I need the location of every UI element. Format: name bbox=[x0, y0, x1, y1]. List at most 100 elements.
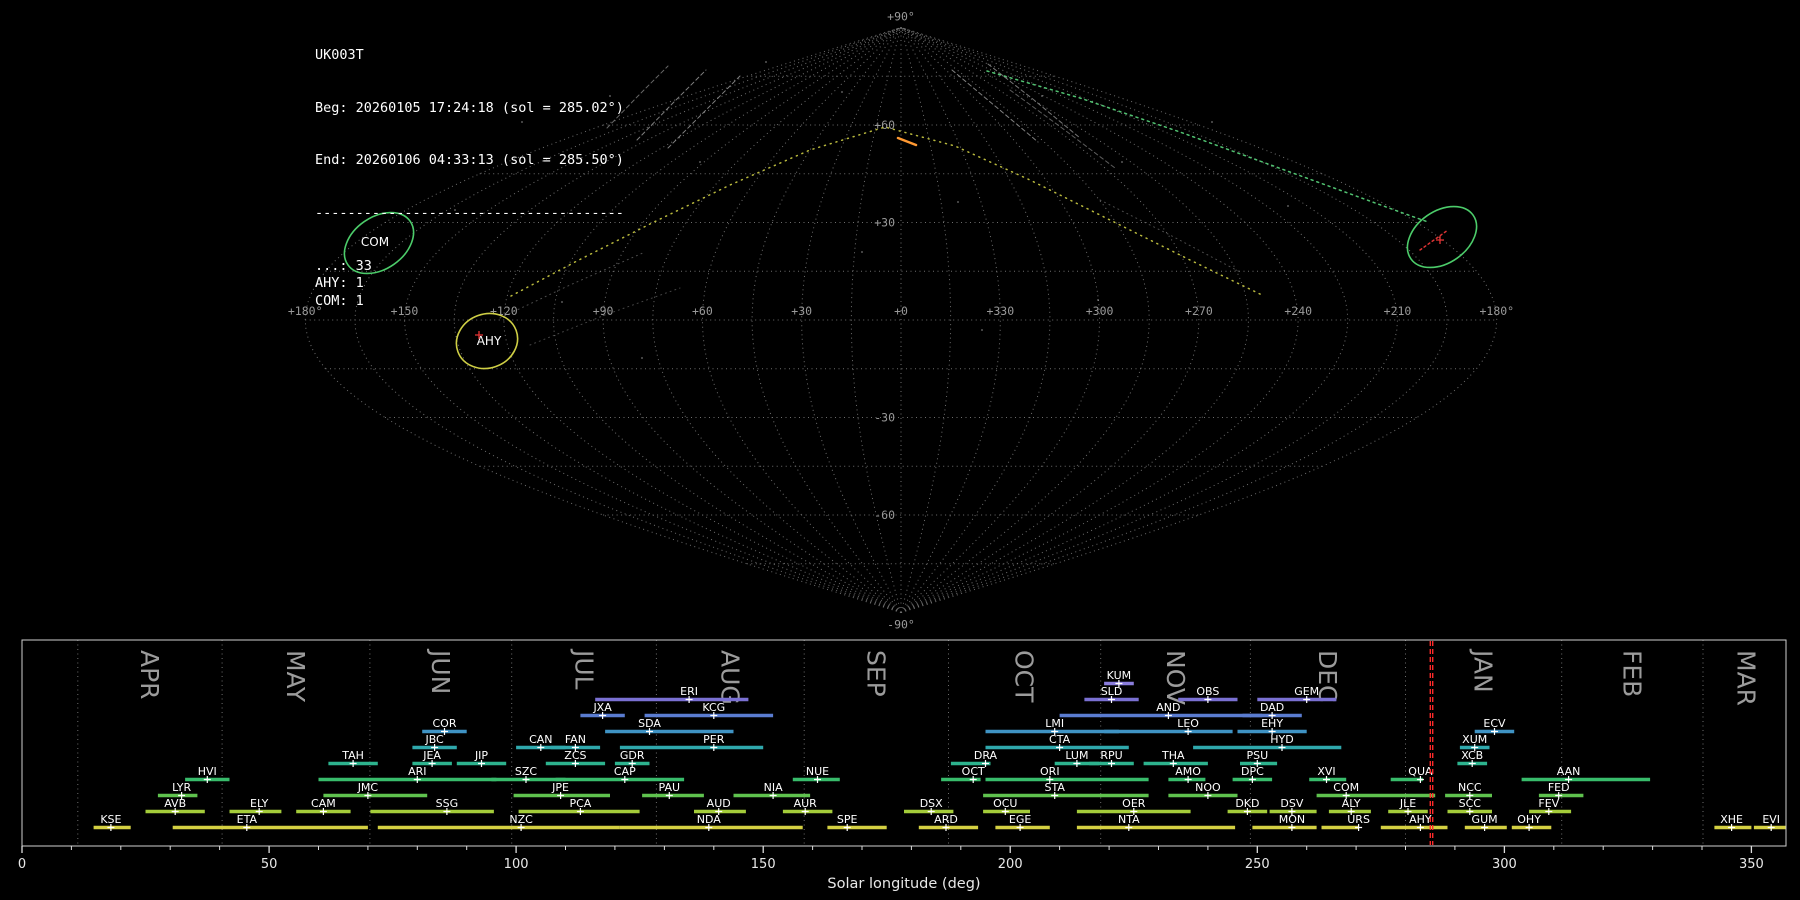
radiant-ellipse bbox=[1406, 205, 1478, 269]
shower-sld: SLD bbox=[1084, 685, 1139, 703]
shower-nue: NUE bbox=[792, 765, 840, 783]
shower-code: STA bbox=[1045, 781, 1066, 794]
shower-mon: MON bbox=[1252, 813, 1317, 831]
shower-code: ZCS bbox=[564, 749, 586, 762]
star-dot bbox=[1287, 205, 1289, 207]
shower-code: OCU bbox=[993, 797, 1017, 810]
shower-code: JPE bbox=[551, 781, 569, 794]
shower-ssg: SSG bbox=[370, 797, 494, 815]
shower-code: EGE bbox=[1009, 813, 1031, 826]
month-label: JAN bbox=[1469, 648, 1498, 693]
shower-code: AHY bbox=[1409, 813, 1432, 826]
shower-code: SLD bbox=[1101, 685, 1123, 698]
shower-code: PAU bbox=[659, 781, 681, 794]
shower-ard: ARD bbox=[918, 813, 979, 831]
shower-code: DSV bbox=[1280, 797, 1303, 810]
shower-xcb: XCB bbox=[1457, 749, 1488, 767]
shower-code: DKD bbox=[1235, 797, 1259, 810]
lon-label: +210 bbox=[1384, 304, 1412, 318]
tick-label: 300 bbox=[1492, 857, 1517, 872]
shower-code: AVB bbox=[164, 797, 186, 810]
sporadic-track bbox=[636, 69, 707, 141]
shower-ori: ORI bbox=[985, 765, 1149, 783]
sporadic-track bbox=[987, 63, 1081, 139]
shower-code: NOO bbox=[1195, 781, 1221, 794]
shower-code: LEO bbox=[1177, 717, 1199, 730]
shower-code: KCG bbox=[702, 701, 725, 714]
shower-code: EHY bbox=[1261, 717, 1283, 730]
shower-code: THA bbox=[1161, 749, 1185, 762]
shower-spe: SPE bbox=[827, 813, 887, 831]
shower-code: OBS bbox=[1196, 685, 1219, 698]
count-line: COM: 1 bbox=[315, 292, 364, 309]
shower-code: AAN bbox=[1557, 765, 1581, 778]
tick-label: 250 bbox=[1245, 857, 1270, 872]
shower-code: JEA bbox=[422, 749, 441, 762]
shower-kse: KSE bbox=[93, 813, 131, 831]
shower-code: ARI bbox=[408, 765, 426, 778]
month-label: NOV bbox=[1161, 650, 1190, 705]
shower-oct: OCT bbox=[941, 765, 985, 783]
shower-code: SPE bbox=[837, 813, 858, 826]
shower-code: PSU bbox=[1246, 749, 1268, 762]
shower-code: LMI bbox=[1045, 717, 1064, 730]
shower-eta: ETA bbox=[172, 813, 368, 831]
shower-hvi: HVI bbox=[185, 765, 230, 783]
month-label: JUN bbox=[426, 648, 455, 694]
shower-code: PCA bbox=[569, 797, 591, 810]
shower-code: JMC bbox=[357, 781, 379, 794]
star-dot bbox=[765, 61, 767, 63]
meridian-line bbox=[900, 27, 1299, 613]
shower-aan: AAN bbox=[1521, 765, 1651, 783]
shower-code: SCC bbox=[1459, 797, 1482, 810]
shower-code: JBC bbox=[424, 733, 444, 746]
shower-code: LUM bbox=[1065, 749, 1088, 762]
shower-code: RPU bbox=[1100, 749, 1122, 762]
shower-code: SZC bbox=[515, 765, 538, 778]
shower-leo: LEO bbox=[1104, 717, 1233, 735]
month-label: MAR bbox=[1732, 650, 1761, 706]
shower-code: TAH bbox=[341, 749, 364, 762]
tick-label: 200 bbox=[998, 857, 1023, 872]
shower-code: COM bbox=[1333, 781, 1359, 794]
shower-code: KSE bbox=[100, 813, 121, 826]
lat-label: +30 bbox=[874, 216, 895, 230]
shower-code: DSX bbox=[920, 797, 943, 810]
shower-xhe: XHE bbox=[1714, 813, 1752, 831]
shower-code: FEV bbox=[1538, 797, 1559, 810]
shower-code: DAD bbox=[1260, 701, 1284, 714]
shower-code: KUM bbox=[1107, 669, 1131, 682]
shower-code: CAN bbox=[529, 733, 552, 746]
shower-code: AND bbox=[1156, 701, 1180, 714]
shower-jxa: JXA bbox=[580, 701, 625, 719]
sporadic-track bbox=[1009, 89, 1116, 169]
shower-jpe: JPE bbox=[513, 781, 610, 799]
activity-timeline: APR MAY JUN JUL AUG SEP OCT NOV DEC JAN FEB MARKUME… bbox=[18, 639, 1787, 892]
meridian-line bbox=[900, 27, 1150, 613]
lon-label: +300 bbox=[1086, 304, 1114, 318]
lat-label: -90° bbox=[887, 618, 915, 632]
shower-jip: JIP bbox=[456, 749, 507, 767]
shower-code: DPC bbox=[1241, 765, 1264, 778]
lon-label: +270 bbox=[1185, 304, 1213, 318]
shower-code: AUD bbox=[707, 797, 731, 810]
plot-canvas: +180° +150 +120 +90 +60 +30 +0 +330 +300 +270 +240… bbox=[18, 10, 1787, 892]
shower-code: NDA bbox=[697, 813, 722, 826]
shower-code: XCB bbox=[1461, 749, 1483, 762]
shower-code: FED bbox=[1548, 781, 1570, 794]
shower-code: OER bbox=[1122, 797, 1146, 810]
star-dot bbox=[841, 91, 843, 93]
sporadic-track bbox=[667, 75, 741, 149]
star-dot bbox=[861, 251, 863, 253]
shower-qua: QUA bbox=[1390, 765, 1433, 783]
shower-dpc: DPC bbox=[1232, 765, 1273, 783]
lon-label: +240 bbox=[1284, 304, 1312, 318]
shower-nda: NDA bbox=[619, 813, 803, 831]
lat-label: -60 bbox=[874, 508, 895, 522]
shower-code: JXA bbox=[592, 701, 612, 714]
star-dot bbox=[981, 329, 983, 331]
star-dot bbox=[1041, 95, 1043, 97]
tick-label: 50 bbox=[261, 857, 278, 872]
lat-label: +90° bbox=[887, 10, 915, 24]
shower-code: COR bbox=[433, 717, 457, 730]
